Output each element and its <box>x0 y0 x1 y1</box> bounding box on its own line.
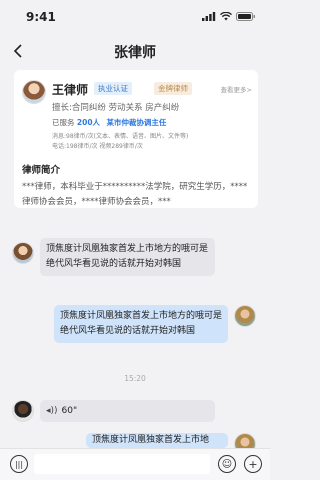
status-time: 9:41 <box>26 10 56 24</box>
lawyer-avatar[interactable] <box>22 80 46 104</box>
input-bar: ||| ☺ + <box>0 448 270 480</box>
intro-title: 律师简介 <box>22 165 61 176</box>
signal-icon <box>202 12 216 21</box>
user-chat-avatar[interactable] <box>234 305 256 327</box>
plus-button[interactable]: + <box>244 455 262 473</box>
voice-wave-icon: ◂)) <box>46 406 58 416</box>
certified-badge: 执业认证 <box>94 82 132 95</box>
voice-duration: 60" <box>61 406 78 416</box>
message-timestamp: 15:20 <box>124 374 146 383</box>
served-count: 200人 <box>76 118 101 127</box>
message-bubble-right: 顶焦度计凤凰独家首发上市地方的哦可是绝代风华看见说的话就开始对韩国 <box>54 305 228 343</box>
served-row: 已服务 200人 某市仲裁协调主任 <box>52 117 166 128</box>
lawyer-profile-card: 王律师 执业认证 金牌律师 查看更多> 擅长:合同纠纷 劳动关系 房产纠纷 已服… <box>14 70 258 208</box>
gold-lawyer-badge: 金牌律师 <box>154 82 192 95</box>
lawyer-chat-avatar[interactable] <box>12 242 34 264</box>
emoji-icon: ☺ <box>221 458 233 470</box>
message-bubble-left: 顶焦度计凤凰独家首发上市地方的哦可是绝代风华看见说的话就开始对韩国 <box>40 238 215 276</box>
voice-input-button[interactable]: ||| <box>10 455 28 473</box>
message-price: 消息:98律币/次(文本、表情、语音、图片、文件等) <box>52 133 189 140</box>
status-bar: 9:41 <box>0 0 270 34</box>
wifi-icon <box>220 12 232 21</box>
served-prefix: 已服务 <box>52 118 75 127</box>
emoji-button[interactable]: ☺ <box>218 455 236 473</box>
lawyer-name: 王律师 <box>52 83 89 97</box>
call-price: 电话:198律币/次 视频289律币/次 <box>52 143 143 150</box>
lawyer-specialty: 擅长:合同纠纷 劳动关系 房产纠纷 <box>52 103 180 113</box>
message-input[interactable] <box>34 454 210 474</box>
battery-icon <box>236 12 255 21</box>
lawyer-voice-avatar[interactable] <box>12 400 34 422</box>
served-org: 某市仲裁协调主任 <box>106 118 167 127</box>
intro-text: ***律师，本科毕业于**********法学院，研究生学历，****律师协会会… <box>22 182 248 207</box>
voice-message-bubble[interactable]: ◂)) 60" <box>40 400 215 422</box>
status-icons <box>202 12 256 21</box>
page-title: 张律师 <box>114 45 156 61</box>
nav-bar: 张律师 <box>0 34 270 68</box>
message-bubble-right-2: 顶焦度计凤凰独家首发上市地 <box>86 433 228 448</box>
voice-wave-icon: ||| <box>14 459 24 469</box>
plus-icon: + <box>248 457 258 471</box>
view-more-link[interactable]: 查看更多> <box>221 84 252 94</box>
